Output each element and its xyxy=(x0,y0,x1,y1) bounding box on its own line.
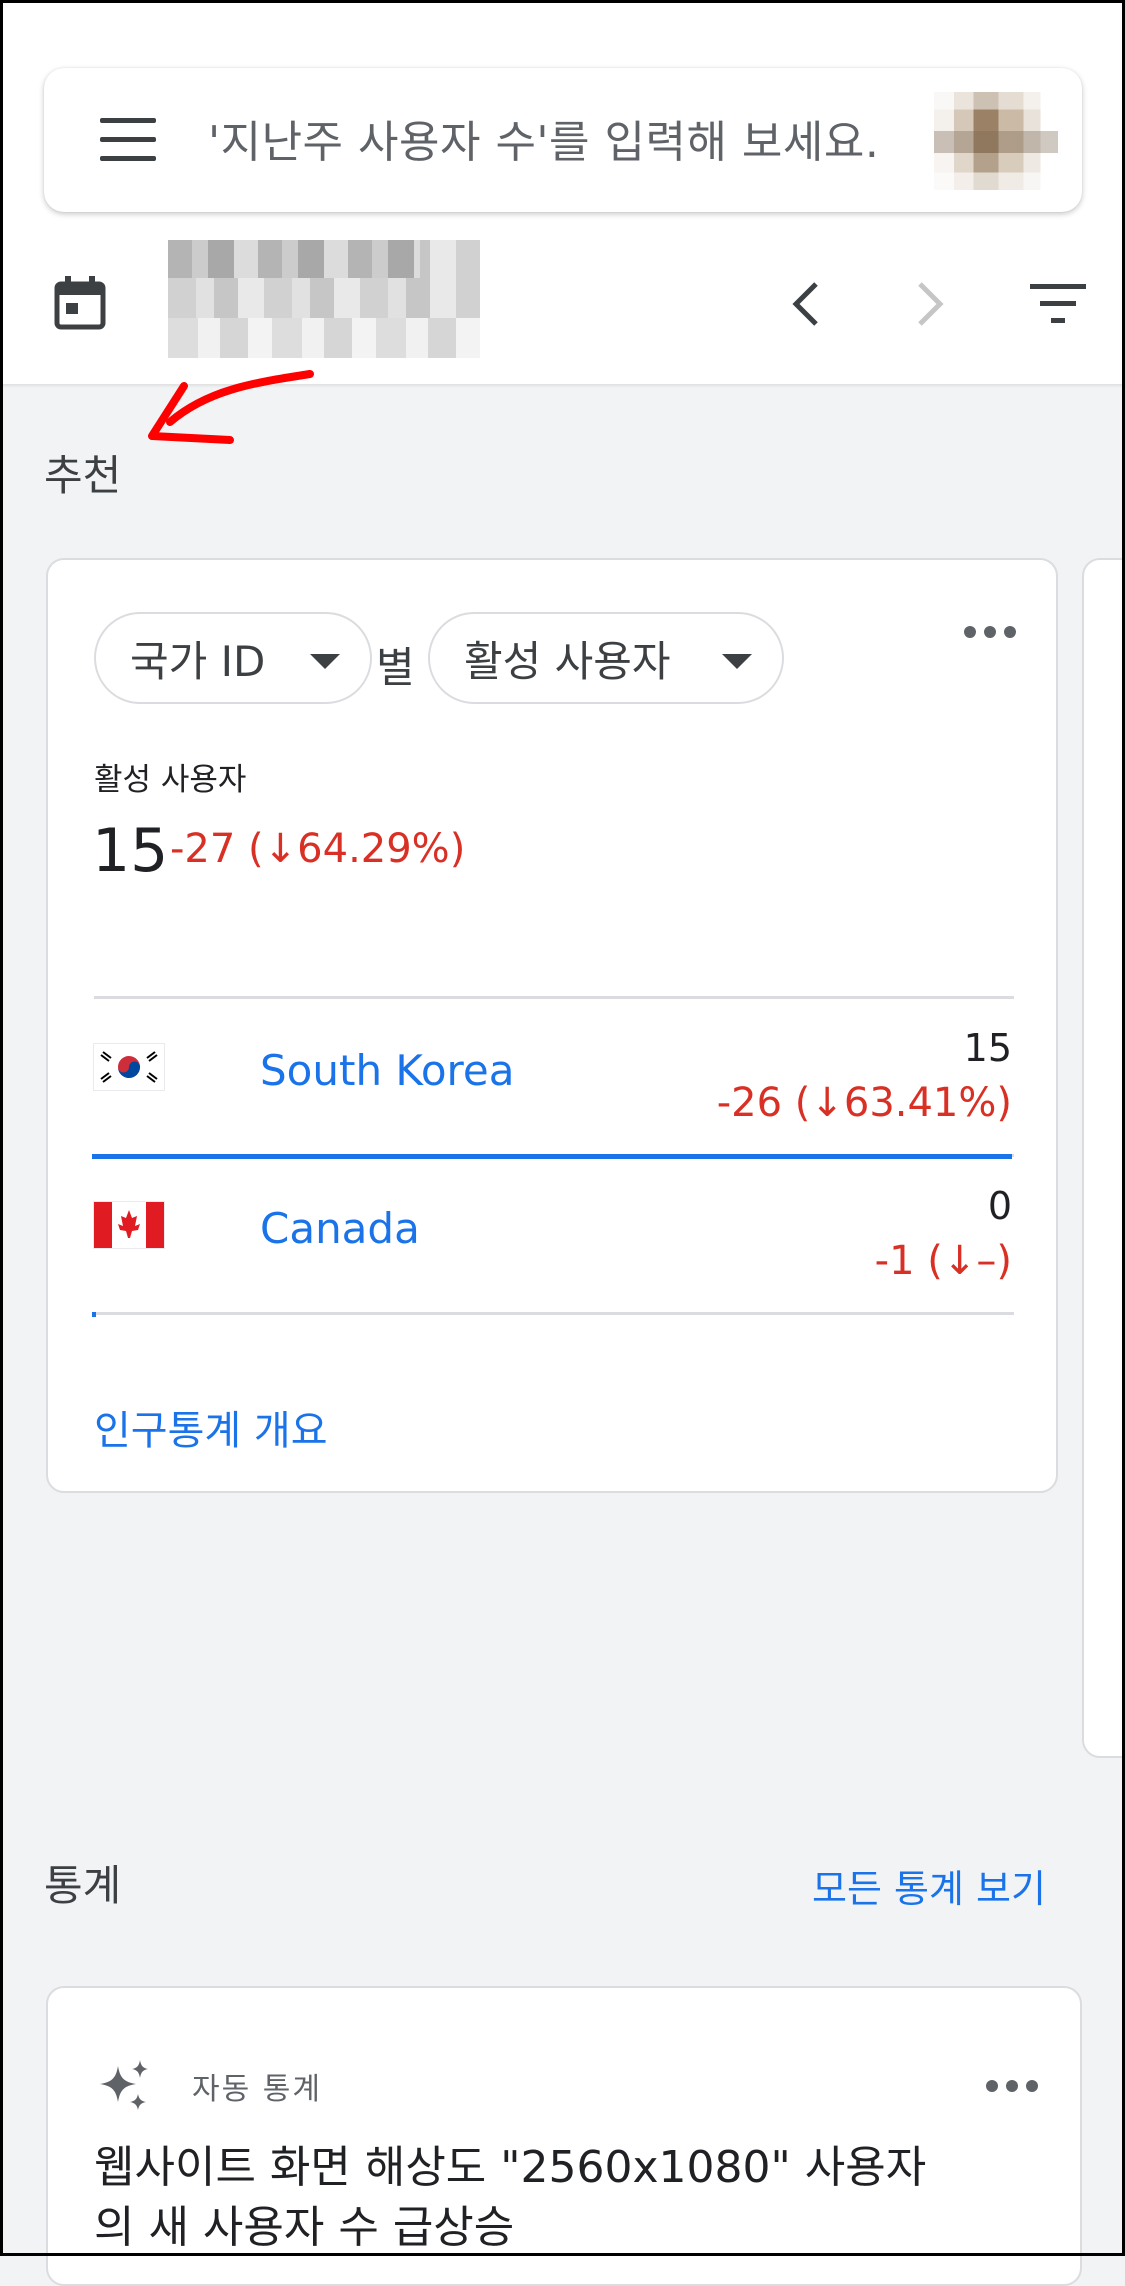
country-name[interactable]: South Korea xyxy=(260,1046,514,1095)
table-row[interactable]: Canada 0 -1 (↓–) xyxy=(94,1158,1014,1308)
share-bar-track xyxy=(94,1312,1014,1315)
row-value: 0 xyxy=(987,1184,1012,1228)
chevron-left-icon[interactable] xyxy=(786,280,826,328)
avatar[interactable] xyxy=(934,92,1058,190)
row-value: 15 xyxy=(963,1026,1012,1070)
row-delta: -26 (↓63.41%) xyxy=(716,1080,1012,1126)
dropdown-caret-icon xyxy=(722,654,752,669)
canada-flag-icon xyxy=(94,1202,164,1248)
sparkle-icon xyxy=(100,2060,148,2110)
metric-value: 15 xyxy=(92,816,169,886)
row-delta: -1 (↓–) xyxy=(874,1238,1012,1284)
share-bar-fill xyxy=(92,1312,96,1317)
insight-card[interactable]: 자동 통계 웹사이트 화면 해상도 "2560x1080" 사용자의 새 사용자… xyxy=(46,1986,1082,2286)
metric-chip[interactable]: 활성 사용자 xyxy=(428,612,784,704)
insight-type-label: 자동 통계 xyxy=(192,2072,322,2107)
recommendation-card: 국가 ID 별 활성 사용자 활성 사용자 15 -27 (↓64.29%) S… xyxy=(46,558,1058,1493)
view-all-insights-link[interactable]: 모든 통계 보기 xyxy=(812,1858,1046,1913)
filter-icon[interactable] xyxy=(1030,284,1086,324)
recommendations-title: 추천 xyxy=(44,451,122,500)
by-label: 별 xyxy=(376,643,415,692)
demographics-overview-link[interactable]: 인구통계 개요 xyxy=(94,1398,328,1456)
metric-label: 활성 사용자 xyxy=(94,762,247,798)
search-bar[interactable]: '지난주 사용자 수'를 입력해 보세요. xyxy=(44,68,1082,212)
chevron-right-icon[interactable] xyxy=(910,280,950,328)
next-recommendation-card[interactable] xyxy=(1082,558,1125,1758)
red-arrow-annotation xyxy=(148,370,314,444)
country-name[interactable]: Canada xyxy=(260,1204,420,1253)
dropdown-caret-icon xyxy=(310,654,340,669)
table-row[interactable]: South Korea 15 -26 (↓63.41%) xyxy=(94,1000,1014,1150)
hamburger-menu-icon[interactable] xyxy=(100,118,156,162)
more-options-icon[interactable] xyxy=(986,2080,1040,2094)
divider xyxy=(94,996,1014,999)
more-options-icon[interactable] xyxy=(964,626,1018,640)
calendar-icon[interactable] xyxy=(54,276,106,330)
south-korea-flag-icon xyxy=(94,1044,164,1090)
metric-chip-label: 활성 사용자 xyxy=(464,636,671,686)
metric-delta: -27 (↓64.29%) xyxy=(170,826,466,872)
search-input[interactable]: '지난주 사용자 수'를 입력해 보세요. xyxy=(208,106,879,170)
date-range-label-redacted[interactable] xyxy=(168,240,480,358)
insight-text: 웹사이트 화면 해상도 "2560x1080" 사용자의 새 사용자 수 급상승 xyxy=(94,2142,927,2253)
dimension-chip-label: 국가 ID xyxy=(130,636,266,686)
insights-title: 통계 xyxy=(44,1861,122,1910)
dimension-chip[interactable]: 국가 ID xyxy=(94,612,372,704)
